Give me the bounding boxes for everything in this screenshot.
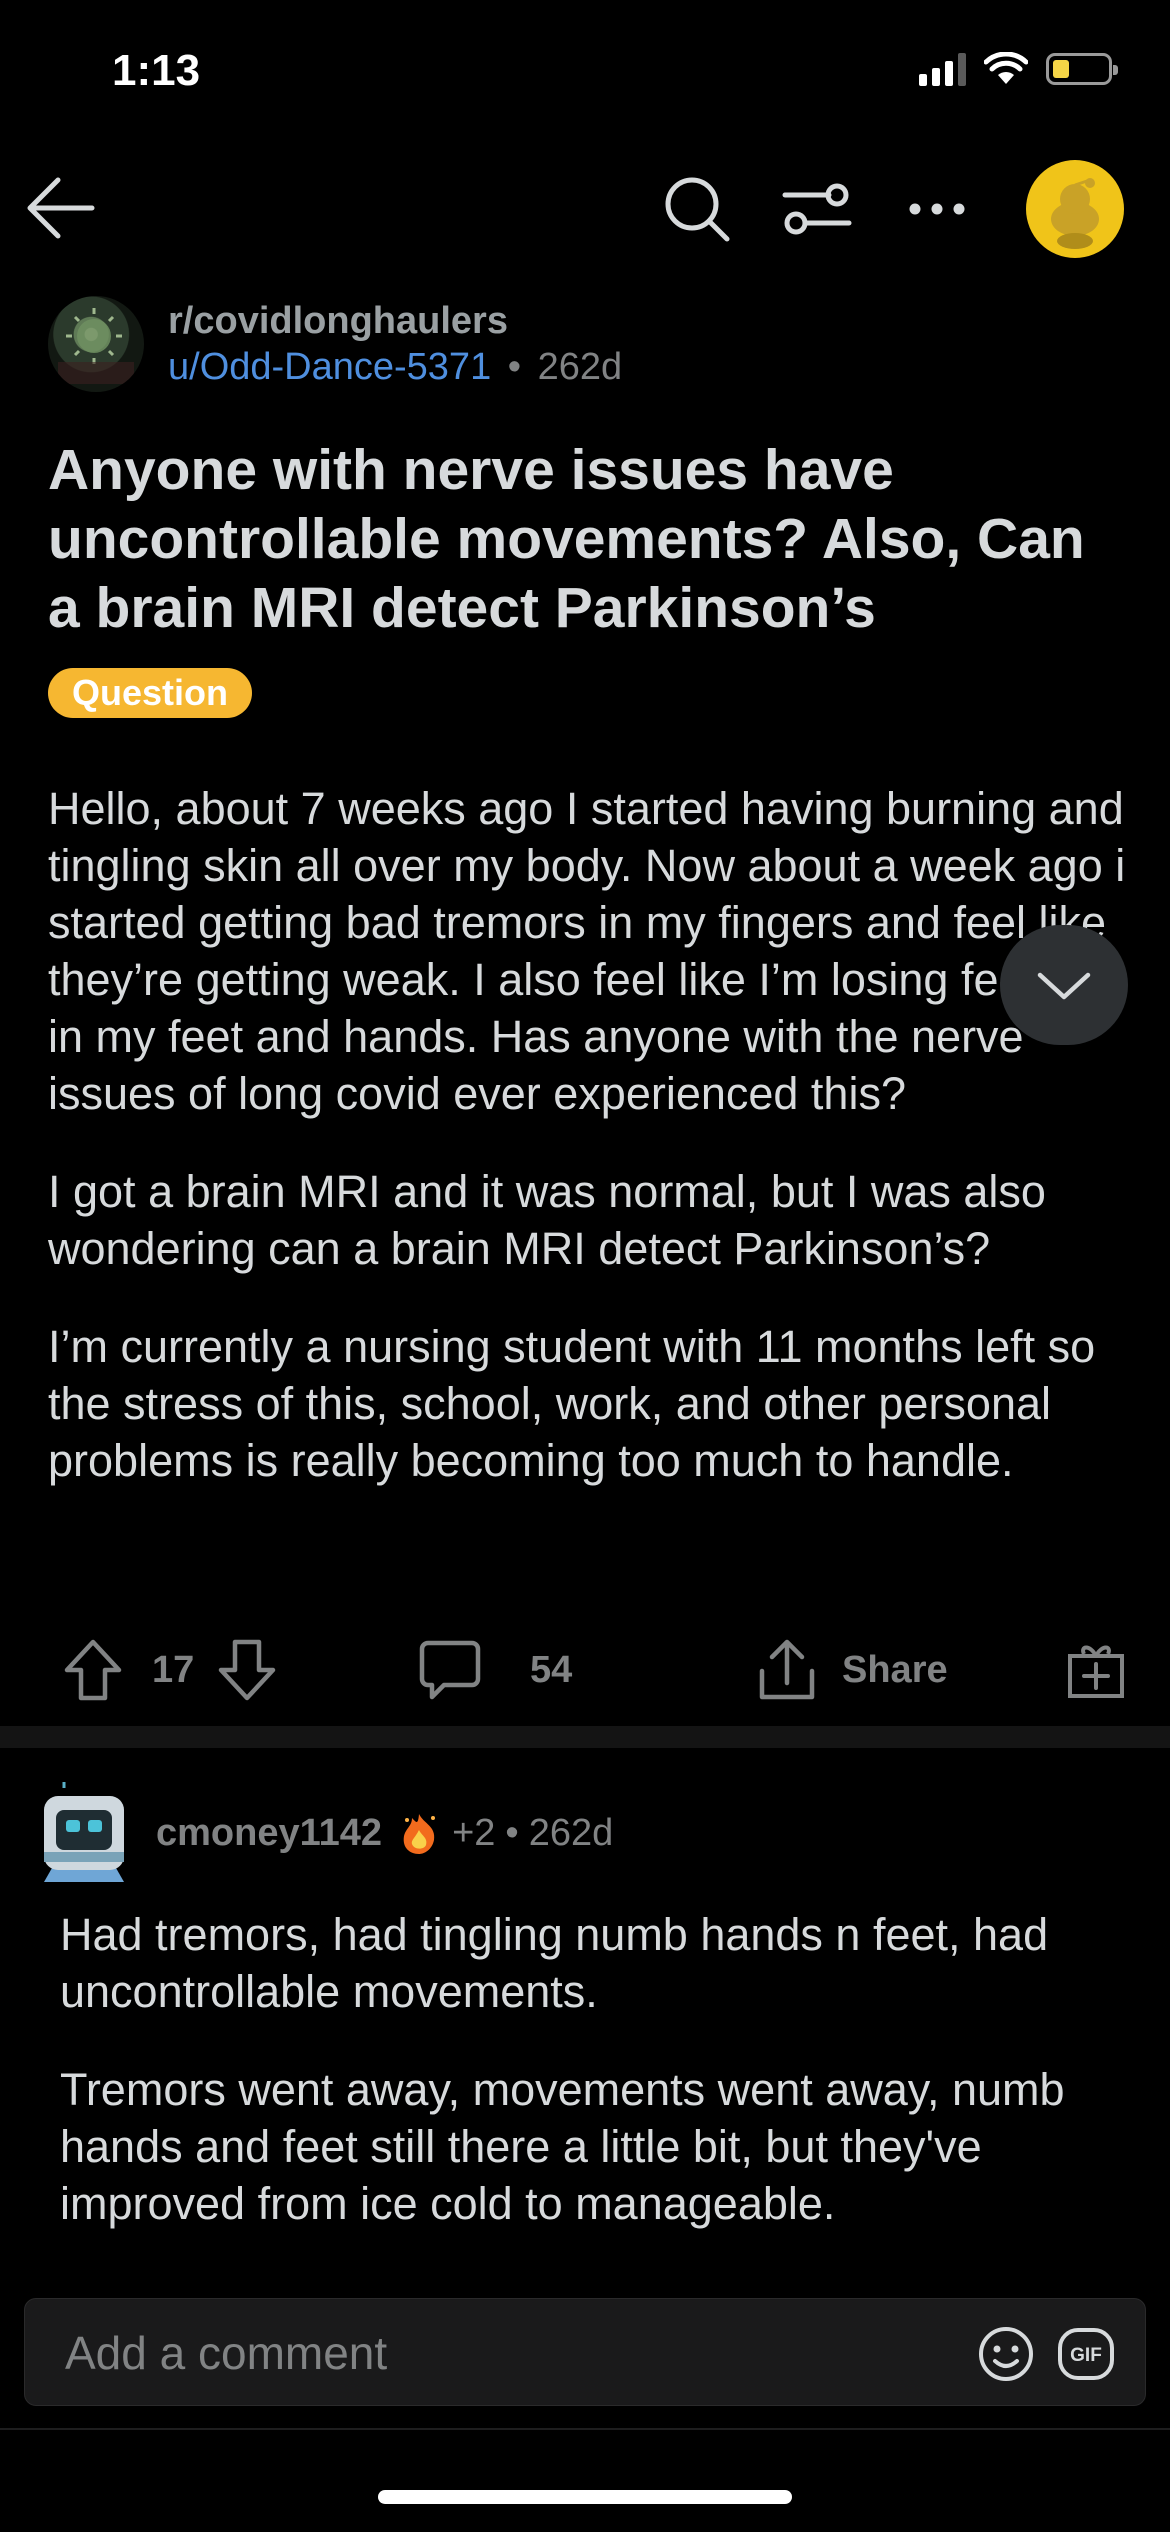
post-flair[interactable]: Question — [48, 668, 253, 718]
nav-actions — [652, 160, 1124, 258]
award-count: +2 — [452, 1811, 496, 1854]
comment-meta: cmoney1142 +2 • 262d — [156, 1810, 613, 1856]
comment-count: 54 — [530, 1648, 573, 1691]
share-button[interactable]: Share — [756, 1620, 948, 1720]
comment-body: Had tremors, had tingling numb hands n f… — [60, 1906, 1150, 2273]
robot-avatar-icon — [44, 1782, 124, 1882]
author-line: u/Odd-Dance-5371 • 262d — [168, 344, 622, 390]
fire-award-icon — [403, 1814, 436, 1854]
gif-icon: GIF — [1058, 2328, 1114, 2380]
gift-award-icon — [1068, 1645, 1124, 1698]
comment-input[interactable] — [65, 2299, 945, 2407]
post-paragraph: I got a brain MRI and it was normal, but… — [48, 1166, 1046, 1274]
post-meta: r/covidlonghaulers u/Odd-Dance-5371 • 26… — [168, 298, 622, 390]
emoji-button[interactable] — [977, 2325, 1035, 2383]
battery-icon — [1046, 53, 1118, 85]
comment-paragraph: Had tremors, had tingling numb hands n f… — [60, 1909, 1049, 2017]
user-avatar[interactable] — [1026, 160, 1124, 258]
more-horizontal-icon — [909, 203, 965, 215]
gif-label: GIF — [1070, 2345, 1102, 2366]
comment-paragraph: Tremors went away, movements went away, … — [60, 2064, 1065, 2229]
snoo-avatar-icon — [1051, 178, 1099, 249]
vote-count: 17 — [152, 1648, 195, 1691]
comment-composer: GIF — [24, 2298, 1146, 2407]
cellular-signal-icon — [919, 52, 966, 86]
vote-group: 17 — [62, 1620, 278, 1720]
post-paragraph: I’m currently a nursing student with 11 … — [48, 1321, 1096, 1486]
section-divider — [0, 1726, 1170, 1748]
subreddit-name[interactable]: r/covidlonghaulers — [168, 298, 622, 344]
subreddit-avatar[interactable] — [48, 296, 144, 392]
back-button[interactable] — [22, 170, 98, 246]
author-link[interactable]: u/Odd-Dance-5371 — [168, 346, 491, 388]
commenter-avatar[interactable] — [38, 1782, 130, 1882]
more-options-button[interactable] — [892, 164, 982, 254]
status-icons — [919, 52, 1118, 86]
post-paragraph: Hello, about 7 weeks ago I started havin… — [48, 783, 1126, 1119]
post-age: 262d — [537, 346, 623, 388]
jump-to-next-button[interactable] — [1000, 925, 1128, 1045]
search-button[interactable] — [652, 164, 742, 254]
downvote-icon[interactable] — [216, 1637, 278, 1703]
comment-age: 262d — [528, 1811, 614, 1854]
post-actions: 17 54 Share — [0, 1620, 1170, 1720]
post-body: Hello, about 7 weeks ago I started havin… — [48, 780, 1138, 1530]
commenter-username[interactable]: cmoney1142 — [156, 1812, 382, 1855]
award-button[interactable] — [1066, 1620, 1126, 1720]
chevron-down-icon — [1037, 972, 1091, 1000]
home-indicator[interactable] — [378, 2490, 792, 2504]
smiley-icon — [979, 2327, 1033, 2381]
sort-comments-button[interactable] — [772, 164, 862, 254]
status-time: 1:13 — [112, 46, 201, 95]
sliders-icon — [782, 183, 852, 235]
meta-separator: • — [507, 346, 522, 388]
arrow-left-icon — [27, 177, 95, 239]
share-icon — [759, 1639, 815, 1700]
gif-button[interactable]: GIF — [1057, 2327, 1115, 2381]
comments-button[interactable]: 54 — [418, 1620, 572, 1720]
upvote-icon[interactable] — [62, 1637, 124, 1703]
post-detail-screen: 1:13 r/covidlonghaulers u/Odd-Dance-5371… — [0, 0, 1170, 2532]
search-icon — [665, 177, 730, 242]
post-title: Anyone with nerve issues have uncontroll… — [48, 438, 1085, 640]
composer-divider — [0, 2428, 1170, 2430]
meta-separator: • — [505, 1811, 519, 1854]
comment-bubble-icon — [419, 1640, 481, 1700]
virus-icon — [58, 308, 134, 384]
wifi-icon — [984, 52, 1028, 84]
share-label: Share — [842, 1648, 948, 1691]
